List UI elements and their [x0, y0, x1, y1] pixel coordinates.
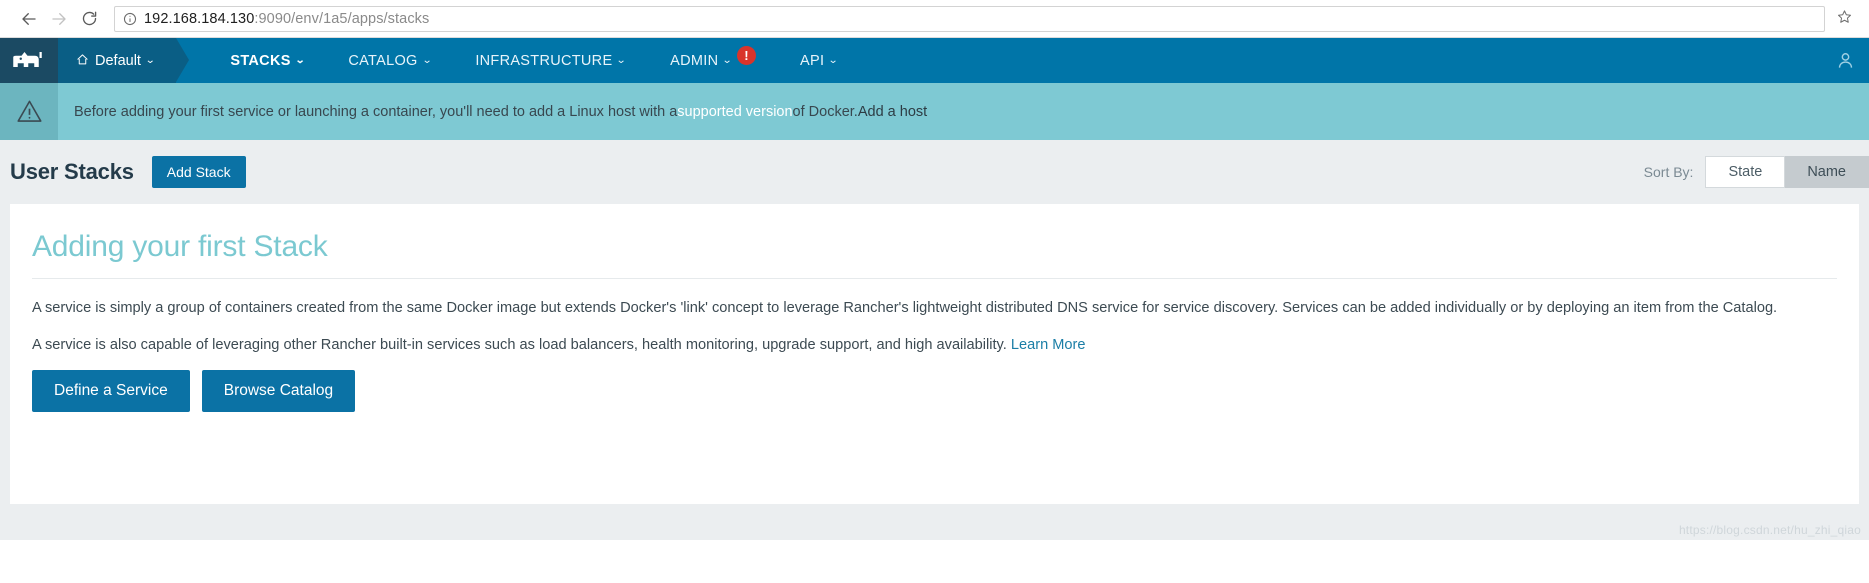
reload-icon[interactable] — [74, 4, 104, 34]
card-paragraph-2-text: A service is also capable of leveraging … — [32, 336, 1011, 353]
warning-triangle-icon — [0, 83, 58, 140]
nav-item-api[interactable]: API ⌄ — [778, 38, 860, 83]
card-paragraph-1: A service is simply a group of container… — [32, 300, 1778, 316]
sort-controls: Sort By: State Name — [1644, 156, 1869, 188]
main-navigation-bar: Default ⌄ STACKS ⌄ CATALOG ⌄ INFRASTRUCT… — [0, 38, 1869, 83]
card-title: Adding your first Stack — [32, 230, 1837, 279]
page-title: User Stacks — [10, 159, 134, 184]
browser-toolbar: 192.168.184.130:9090/env/1a5/apps/stacks — [0, 0, 1869, 38]
nav-item-admin-label: ADMIN — [670, 52, 719, 69]
chevron-down-icon: ⌄ — [144, 55, 156, 66]
rancher-cow-logo[interactable] — [0, 38, 58, 83]
banner-text-middle: of Docker. — [792, 103, 858, 120]
sort-by-state-button[interactable]: State — [1705, 156, 1786, 188]
url-host: 192.168.184.130 — [144, 10, 255, 27]
sort-by-name-button[interactable]: Name — [1785, 156, 1869, 188]
nav-item-infrastructure-label: INFRASTRUCTURE — [475, 52, 613, 69]
add-a-host-link[interactable]: Add a host — [858, 104, 927, 120]
admin-alert-badge: ! — [737, 46, 757, 65]
first-stack-card: Adding your first Stack A service is sim… — [10, 204, 1859, 504]
add-stack-button[interactable]: Add Stack — [151, 156, 246, 188]
forward-arrow-icon[interactable] — [44, 4, 74, 34]
environment-name: Default — [95, 52, 141, 69]
chevron-down-icon: ⌄ — [616, 55, 628, 66]
nav-item-api-label: API — [800, 52, 825, 69]
chevron-down-icon: ⌄ — [828, 55, 840, 66]
watermark-text: https://blog.csdn.net/hu_zhi_qiao — [1678, 523, 1861, 537]
chevron-down-icon: ⌄ — [722, 55, 734, 66]
banner-text-before: Before adding your first service or laun… — [74, 103, 678, 120]
page-content: User Stacks Add Stack Sort By: State Nam… — [0, 140, 1869, 540]
nav-item-stacks-label: STACKS — [230, 52, 291, 69]
learn-more-link[interactable]: Learn More — [1011, 337, 1086, 353]
star-icon[interactable] — [1833, 9, 1855, 28]
user-account-icon[interactable] — [1836, 38, 1869, 83]
url-path: :9090/env/1a5/apps/stacks — [254, 10, 430, 27]
define-a-service-button[interactable]: Define a Service — [32, 370, 190, 413]
site-info-icon[interactable] — [123, 12, 137, 26]
home-icon — [76, 53, 89, 69]
sort-button-group: State Name — [1705, 156, 1869, 188]
chevron-down-icon: ⌄ — [421, 55, 433, 66]
nav-item-infrastructure[interactable]: INFRASTRUCTURE ⌄ — [453, 38, 648, 83]
back-arrow-icon[interactable] — [14, 4, 44, 34]
nav-menu: STACKS ⌄ CATALOG ⌄ INFRASTRUCTURE ⌄ ADMI… — [208, 38, 860, 83]
nav-item-admin[interactable]: ADMIN ⌄ ! — [648, 38, 778, 83]
environment-selector[interactable]: Default ⌄ — [58, 38, 190, 83]
address-bar-url: 192.168.184.130:9090/env/1a5/apps/stacks — [144, 11, 429, 27]
page-header: User Stacks Add Stack Sort By: State Nam… — [0, 140, 1869, 204]
sort-by-label: Sort By: — [1643, 164, 1694, 180]
nav-item-catalog-label: CATALOG — [348, 52, 418, 69]
host-warning-banner: Before adding your first service or laun… — [0, 83, 1869, 140]
card-action-buttons: Define a Service Browse Catalog — [32, 370, 1837, 413]
nav-item-stacks[interactable]: STACKS ⌄ — [208, 38, 326, 83]
chevron-down-icon: ⌄ — [294, 55, 306, 66]
nav-item-catalog[interactable]: CATALOG ⌄ — [326, 38, 453, 83]
banner-message: Before adding your first service or laun… — [58, 83, 927, 140]
address-bar[interactable]: 192.168.184.130:9090/env/1a5/apps/stacks — [114, 5, 1825, 32]
card-paragraph-2: A service is also capable of leveraging … — [32, 334, 1837, 357]
browse-catalog-button[interactable]: Browse Catalog — [201, 370, 356, 413]
supported-version-link[interactable]: supported version — [677, 104, 792, 120]
